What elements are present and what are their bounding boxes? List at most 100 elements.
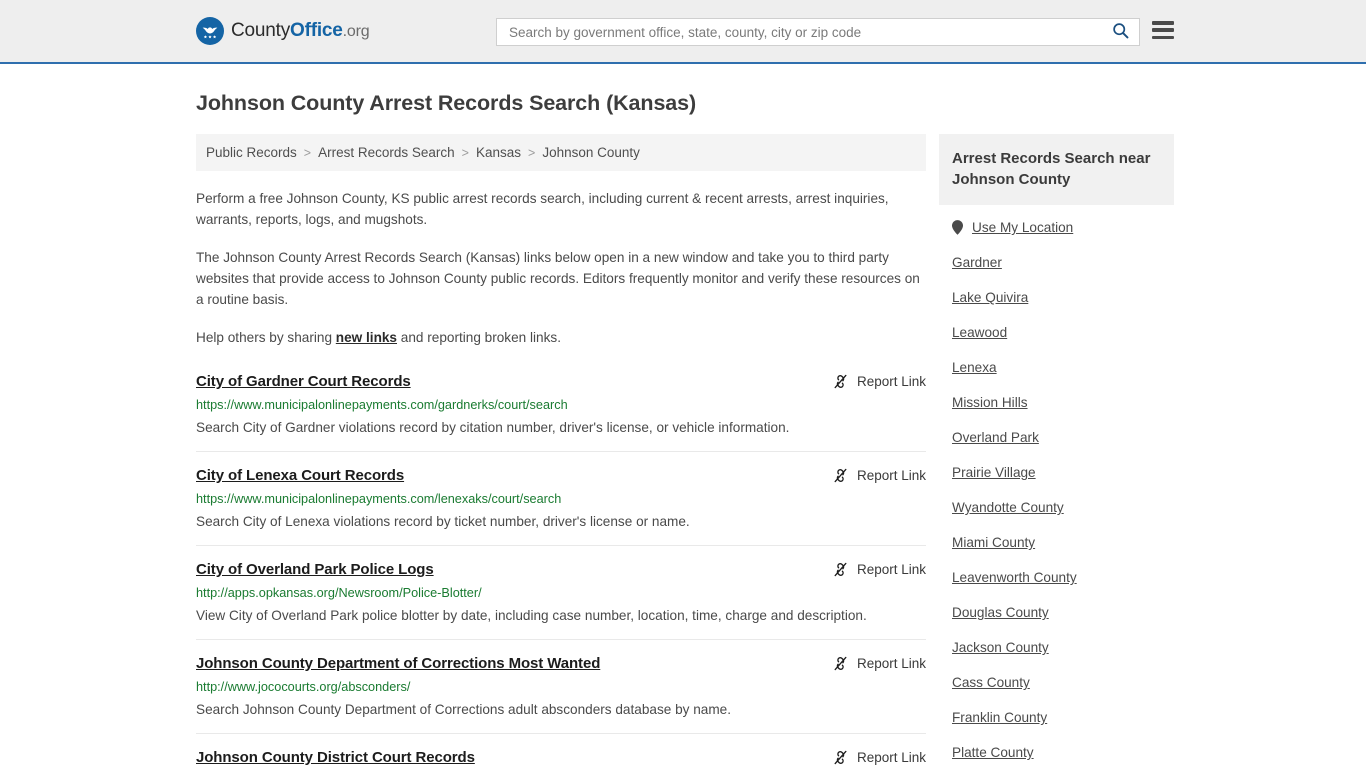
sidebar-item-use-my-location[interactable]: Use My Location	[939, 205, 1174, 245]
report-link-button[interactable]: Report Link	[832, 466, 926, 484]
eagle-seal-icon	[196, 17, 224, 45]
result-item: Johnson County Department of Corrections…	[196, 654, 926, 734]
sidebar-link-label[interactable]: Franklin County	[952, 710, 1047, 725]
sidebar-heading: Arrest Records Search near Johnson Count…	[939, 134, 1174, 205]
sidebar-link-label[interactable]: Miami County	[952, 535, 1035, 550]
result-title-link[interactable]: City of Lenexa Court Records	[196, 466, 404, 485]
sidebar-link-label[interactable]: Wyandotte County	[952, 500, 1064, 515]
search-bar[interactable]	[496, 18, 1140, 46]
report-link-button[interactable]: Report Link	[832, 654, 926, 672]
sidebar-link-label[interactable]: Platte County	[952, 745, 1034, 760]
hamburger-bar-3	[1152, 35, 1174, 39]
sidebar-link-label[interactable]: Lake Quivira	[952, 290, 1028, 305]
logo-text-office: Office	[290, 20, 343, 41]
result-title-link[interactable]: Johnson County District Court Records	[196, 748, 475, 767]
sidebar-link-label[interactable]: Cass County	[952, 675, 1030, 690]
sidebar-item-lenexa[interactable]: Lenexa	[939, 350, 1174, 385]
sidebar-item-gardner[interactable]: Gardner	[939, 245, 1174, 280]
sidebar-link-label[interactable]: Leawood	[952, 325, 1007, 340]
sidebar-link-label[interactable]: Leavenworth County	[952, 570, 1077, 585]
result-item: City of Gardner Court Records Report Link…	[196, 372, 926, 452]
result-description: Search City of Lenexa violations record …	[196, 514, 690, 529]
sidebar-item-wyandotte-county[interactable]: Wyandotte County	[939, 490, 1174, 525]
breadcrumb-item-arrest-records-search[interactable]: Arrest Records Search	[318, 145, 455, 160]
report-link-button[interactable]: Report Link	[832, 748, 926, 766]
intro-paragraph-1: Perform a free Johnson County, KS public…	[196, 191, 889, 227]
hamburger-menu-icon[interactable]	[1152, 21, 1174, 39]
broken-link-icon	[832, 467, 849, 484]
sidebar-item-mission-hills[interactable]: Mission Hills	[939, 385, 1174, 420]
new-links-link[interactable]: new links	[336, 330, 397, 345]
result-title-link[interactable]: Johnson County Department of Corrections…	[196, 654, 600, 673]
report-link-label: Report Link	[856, 468, 926, 483]
search-button[interactable]	[1110, 22, 1131, 42]
sidebar-link-label[interactable]: Prairie Village	[952, 465, 1036, 480]
intro-paragraph-3: Help others by sharing new links and rep…	[196, 327, 926, 348]
sidebar-link-label[interactable]: Gardner	[952, 255, 1002, 270]
map-pin-icon	[952, 220, 963, 235]
sidebar-item-platte-county[interactable]: Platte County	[939, 735, 1174, 768]
breadcrumb-item-public-records[interactable]: Public Records	[206, 145, 297, 160]
page-container: Johnson County Arrest Records Search (Ka…	[0, 91, 1366, 768]
result-url: https://www.municipalonlinepayments.com/…	[196, 492, 562, 506]
main-column: Public Records > Arrest Records Search > Kan…	[196, 134, 926, 768]
search-input[interactable]	[507, 19, 1110, 45]
sidebar-item-douglas-county[interactable]: Douglas County	[939, 595, 1174, 630]
sidebar-item-jackson-county[interactable]: Jackson County	[939, 630, 1174, 665]
breadcrumb-item-kansas[interactable]: Kansas	[476, 145, 521, 160]
result-url: https://www.municipalonlinepayments.com/…	[196, 398, 568, 412]
sidebar-item-leawood[interactable]: Leawood	[939, 315, 1174, 350]
content-columns: Public Records > Arrest Records Search > Kan…	[196, 134, 1174, 768]
broken-link-icon	[832, 655, 849, 672]
site-header: CountyOffice.org	[0, 0, 1366, 64]
result-description: Search Johnson County Department of Corr…	[196, 702, 731, 717]
result-title-link[interactable]: City of Gardner Court Records	[196, 372, 411, 391]
sidebar-links-list: Use My Location Gardner Lake Quivira Leawoo…	[939, 205, 1174, 768]
page-title: Johnson County Arrest Records Search (Ka…	[196, 91, 697, 115]
report-link-label: Report Link	[856, 656, 926, 671]
hamburger-bar-2	[1152, 28, 1174, 32]
result-title-link[interactable]: City of Overland Park Police Logs	[196, 560, 434, 579]
logo-text-org: .org	[342, 23, 370, 40]
sidebar-link-label[interactable]: Lenexa	[952, 360, 997, 375]
search-icon	[1112, 22, 1129, 42]
breadcrumb: Public Records > Arrest Records Search > Kan…	[196, 134, 926, 171]
result-url: http://www.jococourts.org/absconders/	[196, 680, 411, 694]
breadcrumb-separator: >	[528, 145, 536, 160]
result-url: http://apps.opkansas.org/Newsroom/Police…	[196, 586, 482, 600]
result-header: City of Lenexa Court Records Report Link	[196, 466, 926, 485]
result-item: City of Lenexa Court Records Report Link h…	[196, 466, 926, 546]
report-link-label: Report Link	[856, 562, 926, 577]
site-logo[interactable]: CountyOffice.org	[196, 17, 370, 45]
intro-p3-before: Help others by sharing	[196, 330, 336, 345]
sidebar-item-franklin-county[interactable]: Franklin County	[939, 700, 1174, 735]
sidebar-item-overland-park[interactable]: Overland Park	[939, 420, 1174, 455]
sidebar-item-prairie-village[interactable]: Prairie Village	[939, 455, 1174, 490]
sidebar-link-label[interactable]: Overland Park	[952, 430, 1039, 445]
sidebar-link-label[interactable]: Use My Location	[972, 220, 1073, 235]
breadcrumb-item-johnson-county[interactable]: Johnson County	[542, 145, 640, 160]
broken-link-icon	[832, 749, 849, 766]
sidebar-item-leavenworth-county[interactable]: Leavenworth County	[939, 560, 1174, 595]
sidebar: Arrest Records Search near Johnson Count…	[939, 134, 1174, 768]
report-link-button[interactable]: Report Link	[832, 372, 926, 390]
breadcrumb-separator: >	[303, 145, 312, 160]
sidebar-item-cass-county[interactable]: Cass County	[939, 665, 1174, 700]
broken-link-icon	[832, 373, 849, 390]
site-logo-text: CountyOffice.org	[231, 20, 370, 42]
report-link-label: Report Link	[856, 374, 926, 389]
result-description: Search City of Gardner violations record…	[196, 420, 790, 435]
sidebar-link-label[interactable]: Jackson County	[952, 640, 1049, 655]
report-link-button[interactable]: Report Link	[832, 560, 926, 578]
sidebar-link-label[interactable]: Douglas County	[952, 605, 1049, 620]
intro-p3-after: and reporting broken links.	[397, 330, 561, 345]
sidebar-link-label[interactable]: Mission Hills	[952, 395, 1028, 410]
breadcrumb-separator: >	[461, 145, 469, 160]
result-item: City of Overland Park Police Logs Report …	[196, 560, 926, 640]
result-header: City of Gardner Court Records Report Link	[196, 372, 926, 391]
sidebar-item-miami-county[interactable]: Miami County	[939, 525, 1174, 560]
intro-text: Perform a free Johnson County, KS public…	[196, 188, 926, 348]
result-header: City of Overland Park Police Logs Report …	[196, 560, 926, 579]
report-link-label: Report Link	[856, 750, 926, 765]
sidebar-item-lake-quivira[interactable]: Lake Quivira	[939, 280, 1174, 315]
